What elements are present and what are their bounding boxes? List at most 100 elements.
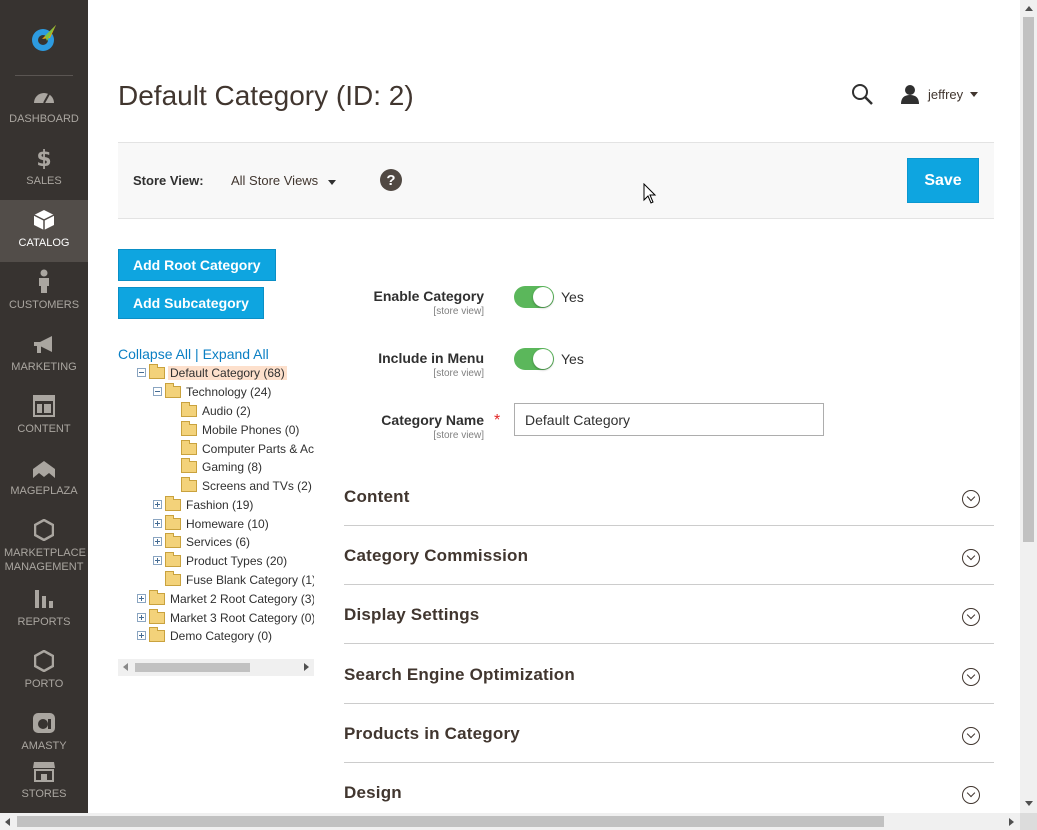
tree-node-label[interactable]: Market 3 Root Category (0) bbox=[168, 611, 314, 625]
store-view-label: Store View: bbox=[133, 173, 204, 188]
tree-horizontal-scrollbar[interactable] bbox=[118, 659, 314, 676]
required-marker: * bbox=[494, 412, 501, 429]
enable-category-toggle[interactable] bbox=[514, 286, 554, 308]
section-content[interactable]: Content bbox=[344, 467, 994, 526]
tree-node[interactable]: Services (6) bbox=[153, 532, 252, 551]
mouse-cursor-icon bbox=[643, 183, 657, 204]
section-seo[interactable]: Search Engine Optimization bbox=[344, 645, 994, 704]
tree-node-label[interactable]: Gaming (8) bbox=[200, 460, 264, 474]
collapse-icon[interactable] bbox=[137, 368, 146, 377]
tree-node-label[interactable]: Screens and TVs (2) bbox=[200, 479, 314, 493]
user-caret-icon bbox=[970, 91, 979, 97]
user-icon bbox=[901, 85, 919, 104]
nav-catalog[interactable]: CATALOG bbox=[0, 200, 88, 262]
save-button[interactable]: Save bbox=[907, 158, 979, 203]
scroll-down-icon[interactable] bbox=[1025, 801, 1033, 806]
expand-icon[interactable] bbox=[137, 594, 146, 603]
include-in-menu-label: Include in Menu bbox=[378, 350, 484, 366]
help-icon[interactable]: ? bbox=[380, 169, 402, 191]
enable-category-scope: [store view] bbox=[433, 306, 484, 317]
nav-marketing[interactable]: MARKETING bbox=[0, 324, 88, 386]
tree-node[interactable]: Gaming (8) bbox=[181, 457, 264, 476]
collapse-icon[interactable] bbox=[153, 387, 162, 396]
section-title: Content bbox=[344, 487, 410, 506]
tree-node-label[interactable]: Product Types (20) bbox=[184, 554, 289, 568]
tree-node[interactable]: Technology (24) bbox=[153, 382, 273, 401]
tree-node-label[interactable]: Audio (2) bbox=[200, 404, 253, 418]
tree-node[interactable]: Fuse Blank Category (1) bbox=[165, 570, 314, 589]
tree-node-label[interactable]: Fashion (19) bbox=[184, 498, 255, 512]
tree-node[interactable]: Mobile Phones (0) bbox=[181, 420, 301, 439]
nav-sales[interactable]: $ SALES bbox=[0, 138, 88, 200]
tree-node-label[interactable]: Mobile Phones (0) bbox=[200, 423, 301, 437]
nav-porto[interactable]: PORTO bbox=[0, 641, 88, 703]
add-subcategory-button[interactable]: Add Subcategory bbox=[118, 287, 264, 319]
nav-stores[interactable]: STORES bbox=[0, 751, 88, 813]
tree-node[interactable]: Fashion (19) bbox=[153, 495, 255, 514]
box-icon bbox=[33, 210, 55, 230]
magento-logo[interactable] bbox=[0, 0, 88, 75]
section-products-in-category[interactable]: Products in Category bbox=[344, 704, 994, 763]
scroll-left-icon[interactable] bbox=[123, 663, 128, 671]
scroll-right-icon[interactable] bbox=[1009, 818, 1014, 826]
expand-icon[interactable] bbox=[153, 519, 162, 528]
tree-node[interactable]: Demo Category (0) bbox=[137, 626, 274, 645]
expand-icon[interactable] bbox=[137, 631, 146, 640]
scrollbar-thumb[interactable] bbox=[135, 663, 250, 672]
page-horizontal-scrollbar[interactable] bbox=[0, 813, 1020, 830]
category-name-input[interactable] bbox=[514, 403, 824, 436]
folder-icon bbox=[165, 514, 181, 530]
nav-reports[interactable]: REPORTS bbox=[0, 579, 88, 641]
tree-node[interactable]: Market 2 Root Category (3) bbox=[137, 589, 314, 608]
nav-marketplace[interactable]: MARKETPLACE MANAGEMENT bbox=[0, 510, 88, 586]
section-title: Category Commission bbox=[344, 546, 529, 565]
scrollbar-thumb[interactable] bbox=[17, 816, 884, 827]
tree-node-label[interactable]: Demo Category (0) bbox=[168, 629, 274, 643]
nav-mageplaza-label: MAGEPLAZA bbox=[10, 485, 78, 497]
section-title: Search Engine Optimization bbox=[344, 665, 575, 684]
tree-node[interactable]: Market 3 Root Category (0) bbox=[137, 608, 314, 627]
expand-icon[interactable] bbox=[153, 500, 162, 509]
nav-mageplaza[interactable]: MAGEPLAZA bbox=[0, 448, 88, 510]
expand-icon[interactable] bbox=[137, 613, 146, 622]
nav-dashboard[interactable]: DASHBOARD bbox=[0, 76, 88, 138]
search-icon[interactable] bbox=[850, 82, 874, 106]
scroll-up-icon[interactable] bbox=[1025, 6, 1033, 11]
tree-node-label[interactable]: Market 2 Root Category (3) bbox=[168, 592, 314, 606]
store-view-switcher[interactable]: All Store Views bbox=[231, 173, 337, 188]
tree-node-label[interactable]: Computer Parts & Accessories (8) bbox=[200, 442, 314, 456]
scrollbar-thumb[interactable] bbox=[1023, 17, 1034, 542]
tree-node[interactable]: Computer Parts & Accessories (8) bbox=[181, 439, 314, 458]
tree-node-label[interactable]: Default Category (68) bbox=[168, 365, 287, 380]
store-view-toolbar: Store View: All Store Views ? Save bbox=[118, 142, 994, 219]
section-display-settings[interactable]: Display Settings bbox=[344, 585, 994, 644]
folder-icon bbox=[149, 589, 165, 605]
section-design[interactable]: Design bbox=[344, 763, 994, 813]
tree-node[interactable]: Screens and TVs (2) bbox=[181, 476, 314, 495]
expand-all-link[interactable]: Expand All bbox=[203, 346, 269, 362]
dashboard-icon bbox=[34, 93, 54, 104]
tree-node[interactable]: Homeware (10) bbox=[153, 514, 271, 533]
expand-icon[interactable] bbox=[153, 556, 162, 565]
admin-sidebar: DASHBOARD $ SALES CATALOG CUSTOMERS MARK… bbox=[0, 0, 88, 813]
tree-node-label[interactable]: Services (6) bbox=[184, 535, 252, 549]
section-category-commission[interactable]: Category Commission bbox=[344, 526, 994, 585]
nav-content[interactable]: CONTENT bbox=[0, 386, 88, 448]
tree-node-label[interactable]: Homeware (10) bbox=[184, 517, 271, 531]
tree-node[interactable]: Audio (2) bbox=[181, 401, 253, 420]
tree-node-label[interactable]: Technology (24) bbox=[184, 385, 273, 399]
collapse-all-link[interactable]: Collapse All bbox=[118, 346, 191, 362]
add-root-category-button[interactable]: Add Root Category bbox=[118, 249, 276, 281]
nav-customers[interactable]: CUSTOMERS bbox=[0, 262, 88, 324]
person-icon bbox=[39, 269, 49, 293]
user-menu[interactable]: jeffrey bbox=[900, 82, 979, 106]
tree-node[interactable]: Default Category (68) bbox=[137, 363, 287, 382]
include-in-menu-toggle[interactable] bbox=[514, 348, 554, 370]
scroll-left-icon[interactable] bbox=[5, 818, 10, 826]
megaphone-icon bbox=[34, 336, 52, 353]
scroll-right-icon[interactable] bbox=[304, 663, 309, 671]
tree-node[interactable]: Product Types (20) bbox=[153, 551, 289, 570]
page-vertical-scrollbar[interactable] bbox=[1020, 0, 1037, 813]
tree-node-label[interactable]: Fuse Blank Category (1) bbox=[184, 573, 314, 587]
expand-icon[interactable] bbox=[153, 537, 162, 546]
